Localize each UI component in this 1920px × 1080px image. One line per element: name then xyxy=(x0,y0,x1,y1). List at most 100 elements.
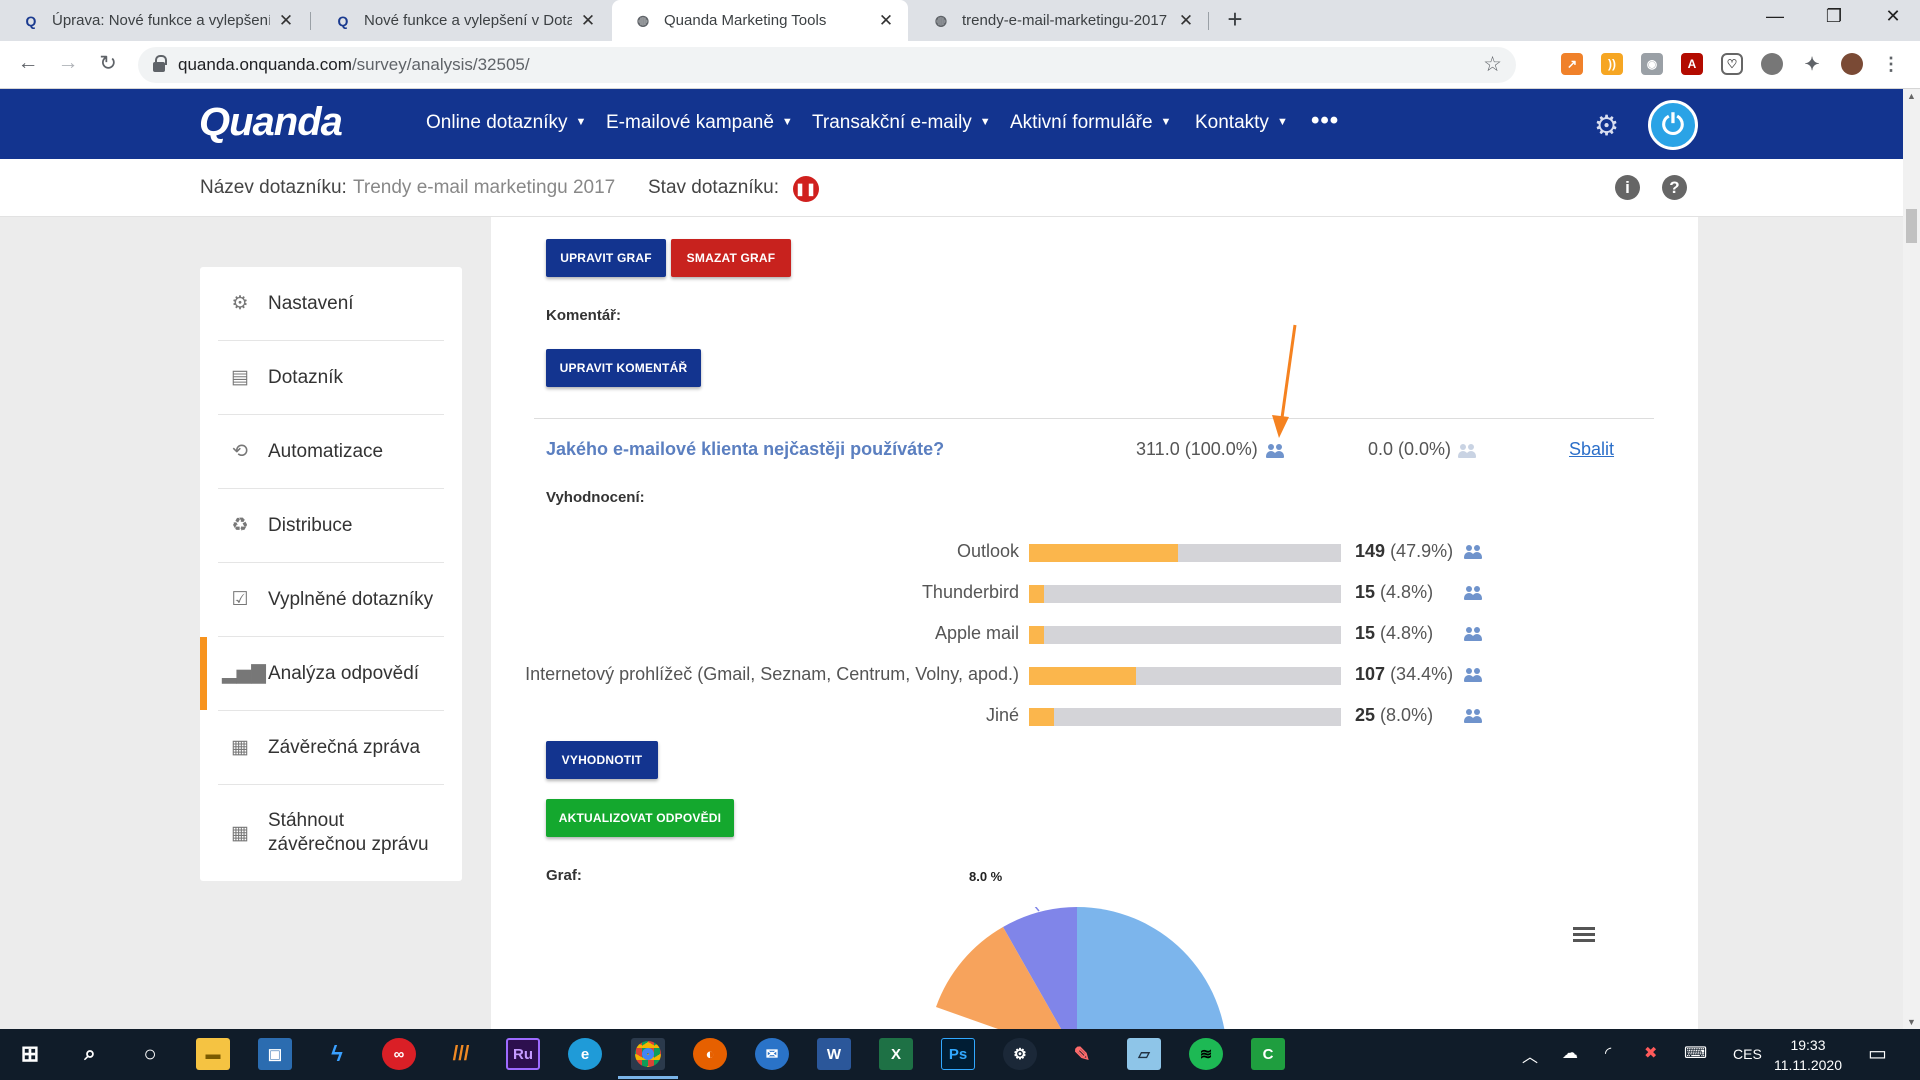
store-icon[interactable]: ▣ xyxy=(258,1038,292,1070)
quanda-logo[interactable]: Quanda xyxy=(199,100,343,145)
window-close-icon[interactable]: ✕ xyxy=(1878,6,1908,27)
scroll-up-icon[interactable]: ▲ xyxy=(1906,91,1917,101)
onedrive-cloud-icon[interactable]: ☁ xyxy=(1562,1043,1578,1063)
browser-tab-3-active[interactable]: ◍ Quanda Marketing Tools ✕ xyxy=(612,0,908,41)
sidebar-item-filled-surveys[interactable]: ☑ Vyplněné dotazníky xyxy=(218,563,444,637)
answer-value: 149 (47.9%) xyxy=(1355,541,1454,561)
minimize-icon[interactable]: — xyxy=(1760,6,1790,27)
respondents-icon[interactable] xyxy=(1464,586,1482,600)
edge-icon[interactable]: e xyxy=(568,1038,602,1070)
new-tab-button[interactable]: + xyxy=(1220,4,1250,35)
photoshop-icon[interactable]: Ps xyxy=(941,1038,975,1070)
wifi-icon[interactable]: ◜ xyxy=(1605,1043,1611,1063)
browser-tab-2[interactable]: Q Nové funkce a vylepšení v Dotazn ✕ xyxy=(312,0,610,41)
vertical-scrollbar[interactable]: ▲ ▼ xyxy=(1903,89,1920,1029)
caret-down-icon: ▼ xyxy=(979,116,991,128)
globe-icon: ◍ xyxy=(934,12,948,28)
sidebar-item-response-analysis[interactable]: ▂▅▇ Analýza odpovědí xyxy=(200,637,444,711)
more-menu-icon[interactable]: ••• xyxy=(1311,107,1339,135)
rss-icon[interactable]: )) xyxy=(1601,53,1623,75)
notepad-icon[interactable]: ▱ xyxy=(1127,1038,1161,1070)
extensions-puzzle-icon[interactable]: ✦ xyxy=(1801,53,1823,75)
answer-value: 107 (34.4%) xyxy=(1355,664,1454,684)
main-content: UPRAVIT GRAF SMAZAT GRAF Komentář: UPRAV… xyxy=(491,217,1698,1029)
extension-circle-icon[interactable] xyxy=(1761,53,1783,75)
tab-close-icon[interactable]: ✕ xyxy=(878,11,894,31)
browser-tab-bar: Q Úprava: Nové funkce a vylepšení ✕ Q No… xyxy=(0,0,1920,41)
keyboard-icon[interactable]: ⌨ xyxy=(1684,1043,1707,1063)
sourcetree-icon[interactable]: ϟ xyxy=(320,1038,354,1070)
menu-online-surveys[interactable]: Online dotazníky ▼ xyxy=(426,112,586,134)
annotation-arrows xyxy=(1272,324,1297,438)
tab-close-icon[interactable]: ✕ xyxy=(278,11,294,31)
respondents-icon[interactable] xyxy=(1464,709,1482,723)
info-icon[interactable]: i xyxy=(1615,175,1640,200)
menu-transactional-emails[interactable]: Transakční e-maily ▼ xyxy=(812,112,991,134)
power-logout-icon[interactable]: ⏻ xyxy=(1648,100,1698,150)
excel-icon[interactable]: X xyxy=(879,1038,913,1070)
extension-chart-icon[interactable]: ↗ xyxy=(1561,53,1583,75)
browser-tab-1[interactable]: Q Úprava: Nové funkce a vylepšení ✕ xyxy=(0,0,308,41)
menu-email-campaigns[interactable]: E-mailové kampaně ▼ xyxy=(606,112,793,134)
chrome-icon[interactable] xyxy=(618,1038,678,1079)
back-arrow-icon[interactable]: ← xyxy=(14,51,42,75)
restore-icon[interactable]: ❐ xyxy=(1819,6,1849,27)
rush-icon[interactable]: Ru xyxy=(506,1038,540,1070)
steam-icon[interactable]: ⚙ xyxy=(1003,1038,1037,1070)
tab-close-icon[interactable]: ✕ xyxy=(1178,11,1194,31)
sidebar-item-final-report[interactable]: ▦ Závěrečná zpráva xyxy=(218,711,444,785)
windows-start-icon[interactable]: ⊞ xyxy=(13,1038,47,1070)
pdf-icon[interactable]: A xyxy=(1681,53,1703,75)
pie-chart xyxy=(936,907,1227,1029)
bookmark-star-icon[interactable]: ☆ xyxy=(1483,52,1502,77)
sidebar-item-distribution[interactable]: ♻ Distribuce xyxy=(218,489,444,563)
browser-menu-icon[interactable]: ⋮ xyxy=(1880,53,1902,75)
chart-menu-icon[interactable] xyxy=(1573,927,1595,943)
thunderbird-icon[interactable]: ✉ xyxy=(755,1038,789,1070)
cortana-icon[interactable]: ○ xyxy=(133,1038,167,1070)
menu-active-forms[interactable]: Aktivní formuláře ▼ xyxy=(1010,112,1171,134)
browser-tab-4[interactable]: ◍ trendy-e-mail-marketingu-2017 ✕ xyxy=(910,0,1208,41)
app-icon[interactable]: /// xyxy=(444,1038,478,1070)
tab-title: Nové funkce a vylepšení v Dotazn xyxy=(364,12,572,29)
answer-value: 25 (8.0%) xyxy=(1355,705,1434,725)
profile-avatar[interactable] xyxy=(1841,53,1863,75)
sidebar-item-questionnaire[interactable]: ▤ Dotazník xyxy=(218,341,444,415)
respondents-icon[interactable] xyxy=(1464,627,1482,641)
camera-icon[interactable]: ◉ xyxy=(1641,53,1663,75)
menu-contacts[interactable]: Kontakty ▼ xyxy=(1195,112,1288,134)
firefox-icon[interactable]: ◐ xyxy=(693,1038,727,1070)
system-clock[interactable]: 19:33 11.11.2020 xyxy=(1774,1035,1842,1075)
sidebar-item-automation[interactable]: ⟲ Automatizace xyxy=(218,415,444,489)
tray-chevron-up-icon[interactable]: ︿ xyxy=(1522,1043,1538,1067)
update-answers-button[interactable]: AKTUALIZOVAT ODPOVĚDI xyxy=(546,799,734,837)
dropbox-alert-icon[interactable]: ✖ xyxy=(1644,1043,1657,1063)
scroll-thumb[interactable] xyxy=(1906,209,1917,243)
creative-cloud-icon[interactable]: ∞ xyxy=(382,1038,416,1070)
settings-gear-icon[interactable]: ⚙ xyxy=(1594,109,1619,142)
pause-icon[interactable]: ❚❚ xyxy=(793,176,819,202)
scroll-down-icon[interactable]: ▼ xyxy=(1906,1017,1917,1027)
pie-slice-outlook[interactable] xyxy=(1077,907,1227,1029)
paint-icon[interactable]: ✎ xyxy=(1065,1038,1099,1070)
respondents-icon[interactable] xyxy=(1464,545,1482,559)
notification-icon[interactable]: ▭ xyxy=(1868,1041,1887,1066)
tab-close-icon[interactable]: ✕ xyxy=(580,11,596,31)
address-bar[interactable]: quanda.onquanda.com/survey/analysis/3250… xyxy=(138,47,1516,83)
forward-arrow-icon[interactable]: → xyxy=(54,51,82,75)
word-icon[interactable]: W xyxy=(817,1038,851,1070)
sidebar-item-download-report[interactable]: ▦ Stáhnout závěrečnou zprávu xyxy=(218,785,444,881)
camtasia-icon[interactable]: C xyxy=(1251,1038,1285,1070)
pocket-icon[interactable]: ♡ xyxy=(1721,53,1743,75)
search-icon[interactable]: ⌕ xyxy=(73,1038,107,1070)
sidebar-item-settings[interactable]: ⚙ Nastavení xyxy=(218,267,444,341)
bar-fill-web-browser xyxy=(1029,667,1137,685)
pie-data-label: 8.0 % xyxy=(969,869,1003,884)
language-indicator[interactable]: CES xyxy=(1733,1046,1762,1062)
respondents-icon[interactable] xyxy=(1464,668,1482,682)
help-icon[interactable]: ? xyxy=(1662,175,1687,200)
file-explorer-icon[interactable]: ▬ xyxy=(196,1038,230,1070)
spotify-icon[interactable]: ≋ xyxy=(1189,1038,1223,1070)
evaluate-button[interactable]: VYHODNOTIT xyxy=(546,741,658,779)
reload-icon[interactable]: ↻ xyxy=(94,51,122,76)
